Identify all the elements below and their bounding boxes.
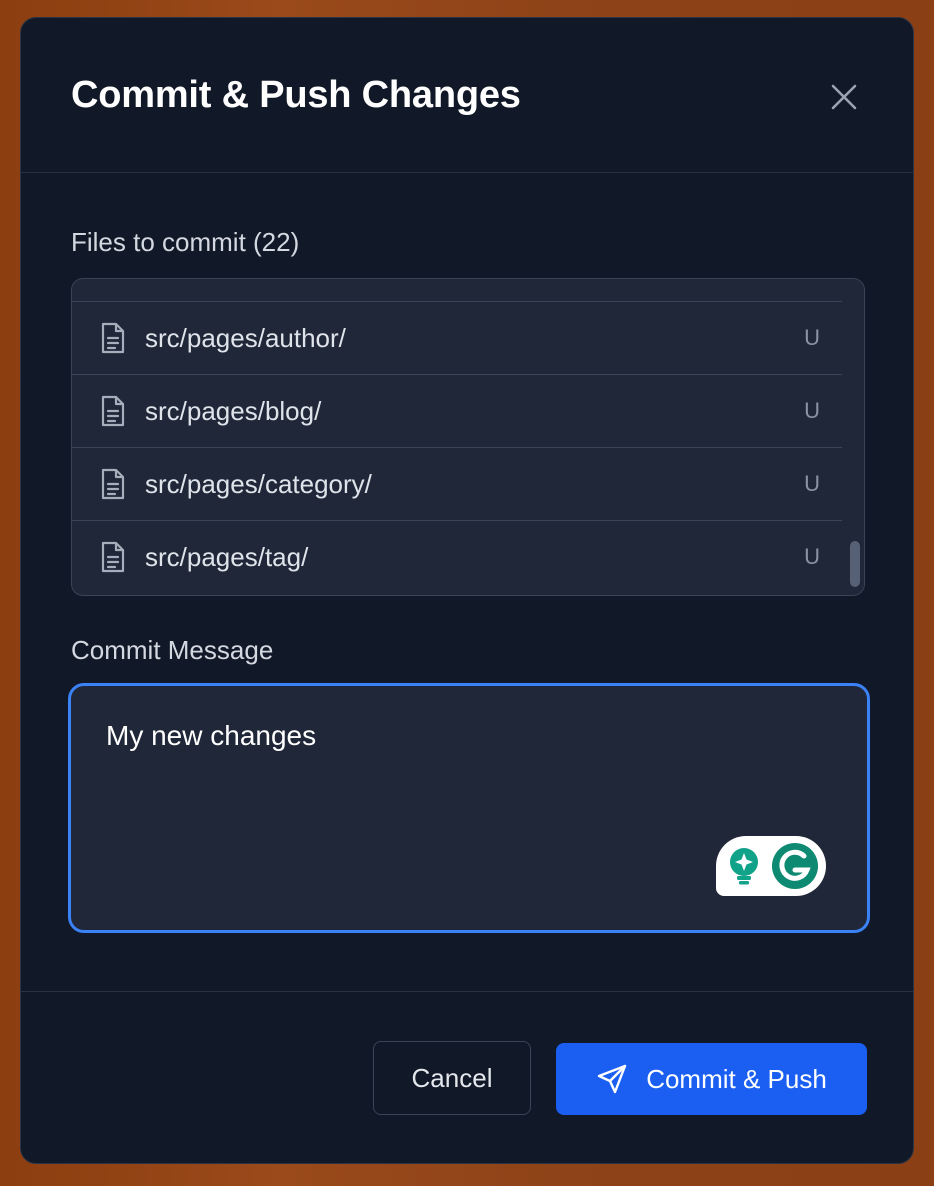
file-list-scrollbar[interactable] [842,279,864,595]
scrollbar-thumb[interactable] [850,541,860,587]
commit-push-button[interactable]: Commit & Push [556,1043,867,1115]
dialog-footer: Cancel Commit & Push [21,991,913,1163]
commit-message-input[interactable]: My new changes [68,683,870,933]
file-status-badge: U [804,325,820,350]
file-status-badge: U [804,544,820,569]
list-item[interactable]: src/pages/tag/ U [72,520,844,593]
list-item[interactable]: src/pages/author/ U [72,301,844,374]
close-button[interactable] [825,78,863,116]
file-name: src/pages/tag/ [145,541,309,572]
commit-dialog: Commit & Push Changes Files to commit (2… [20,17,914,1164]
file-status-badge: U [804,471,820,496]
file-text-icon [101,468,125,500]
file-text-icon [101,395,125,427]
file-list[interactable]: src/pages/author/ U src/pages/blog/ U sr… [71,278,865,596]
file-name: src/pages/author/ [145,322,346,353]
dialog-header: Commit & Push Changes [21,18,913,173]
grammarly-widget[interactable] [716,836,826,896]
files-to-commit-label: Files to commit (22) [71,227,300,257]
file-list-items: src/pages/author/ U src/pages/blog/ U sr… [72,301,844,593]
commit-message-label: Commit Message [71,635,274,665]
list-item[interactable]: src/pages/blog/ U [72,374,844,447]
close-icon [831,84,857,110]
lightbulb-sparkle-icon [730,848,758,885]
commit-message-text: My new changes [106,720,317,751]
file-name: src/pages/blog/ [145,395,322,426]
list-item[interactable]: src/pages/category/ U [72,447,844,520]
file-status-badge: U [804,398,820,423]
dialog-title: Commit & Push Changes [71,74,521,116]
send-icon [597,1064,627,1094]
file-text-icon [101,322,125,354]
file-text-icon [101,541,125,573]
file-name: src/pages/category/ [145,468,372,499]
grammarly-logo-icon [772,843,818,889]
commit-push-label: Commit & Push [646,1063,827,1094]
cancel-button[interactable]: Cancel [373,1041,531,1115]
